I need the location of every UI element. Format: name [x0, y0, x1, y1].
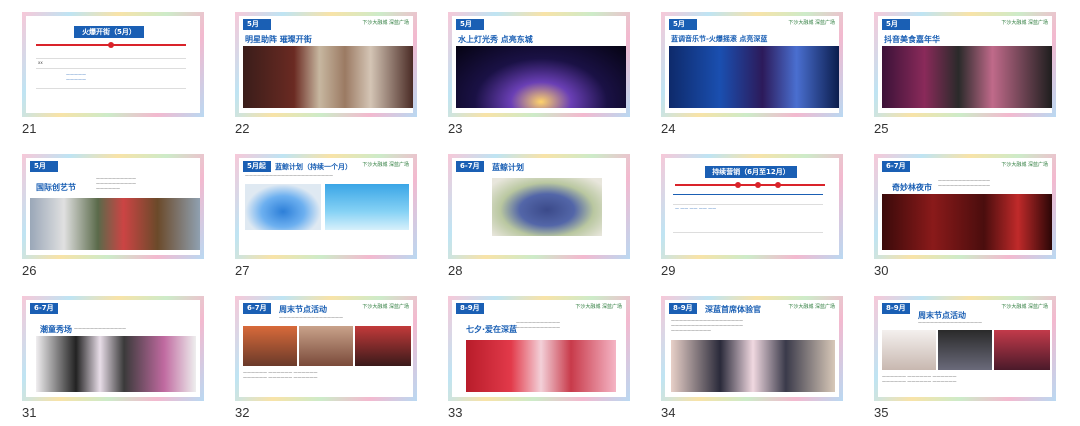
slide-number: 27: [235, 263, 250, 278]
slide-thumbnail-31[interactable]: 6-7月 潮童秀场 ————————————— 31: [0, 284, 216, 426]
logo: 下沙大融城 深蓝广场: [788, 304, 835, 310]
month-tag: 6-7月: [243, 303, 271, 314]
slide-number: 31: [22, 405, 37, 420]
slide-number: 29: [661, 263, 676, 278]
slide-thumbnail-29[interactable]: 持续营销（6月至12月） — —— —— —— —— 29: [639, 142, 855, 284]
slide-number: 32: [235, 405, 250, 420]
slide-title: 蓝鲸计划（持续一个月）: [275, 163, 352, 171]
slide-thumbnail-28[interactable]: 6-7月 蓝鲸计划 28: [426, 142, 642, 284]
whale-installation-photo: [492, 178, 602, 236]
slide-thumbnail-30[interactable]: 6-7月 下沙大融城 深蓝广场 奇妙林夜市 ————————————— —————…: [852, 142, 1068, 284]
activity-photo-2: [299, 326, 353, 366]
slide-number: 30: [874, 263, 889, 278]
pool-photo: [325, 184, 409, 230]
valentine-photo: [466, 340, 616, 392]
month-tag: 5月: [30, 161, 58, 172]
slide-title: 奇妙林夜市: [892, 183, 932, 192]
month-tag: 5月: [243, 19, 271, 30]
slide-number: 33: [448, 405, 463, 420]
slide-thumbnail-27[interactable]: 5月起 下沙大融城 深蓝广场 蓝鲸计划（持续一个月） —————————————…: [213, 142, 429, 284]
slide-number: 26: [22, 263, 37, 278]
slide-thumbnail-23[interactable]: 5月 水上灯光秀 点亮东城 23: [426, 0, 642, 142]
month-tag: 8-9月: [882, 303, 910, 314]
slide-number: 24: [661, 121, 676, 136]
logo: 下沙大融城 深蓝广场: [1001, 304, 1048, 310]
slide-title: 明星助阵 璀璨开街: [245, 35, 312, 44]
slide-title: 周末节点活动: [279, 305, 327, 314]
logo: 下沙大融城 深蓝广场: [362, 20, 409, 26]
slide-thumbnail-24[interactable]: 5月 下沙大融城 深蓝广场 蓝调音乐节-火爆摇滚 点亮深蓝 24: [639, 0, 855, 142]
slide-thumbnail-33[interactable]: 8-9月 下沙大融城 深蓝广场 七夕·爱在深蓝 ——————————— —————…: [426, 284, 642, 426]
month-tag: 5月: [669, 19, 697, 30]
concert-photo: [669, 46, 839, 108]
weekend-photo-2: [938, 330, 992, 370]
slide-title: 潮童秀场: [40, 325, 72, 334]
logo: 下沙大融城 深蓝广场: [362, 162, 409, 168]
logo: 下沙大融城 深蓝广场: [1001, 20, 1048, 26]
slide-title: 国际创艺节: [36, 183, 76, 192]
slide-number: 28: [448, 263, 463, 278]
slide-thumbnail-22[interactable]: 5月 下沙大融城 深蓝广场 明星助阵 璀璨开街 22: [213, 0, 429, 142]
slide-number: 35: [874, 405, 889, 420]
slide-thumbnail-34[interactable]: 8-9月 下沙大融城 深蓝广场 深蓝首席体验官 ————————————————…: [639, 284, 855, 426]
slide-thumbnail-21[interactable]: 火爆开街（5月） xx ————— ————— 21: [0, 0, 216, 142]
slide-number: 25: [874, 121, 889, 136]
slide-number: 22: [235, 121, 250, 136]
activity-photo-1: [243, 326, 297, 366]
slide-sorter-grid: 火爆开街（5月） xx ————— ————— 21 5月 下沙大融城 深蓝广场 …: [0, 0, 1080, 425]
event-photo: [243, 46, 413, 108]
month-tag: 8-9月: [669, 303, 697, 314]
logo: 下沙大融城 深蓝广场: [362, 304, 409, 310]
slide-thumbnail-25[interactable]: 5月 下沙大融城 深蓝广场 抖音美食嘉年华 25: [852, 0, 1068, 142]
slide-title: 水上灯光秀 点亮东城: [458, 35, 533, 44]
slide-title: 持续营销（6月至12月）: [705, 166, 797, 178]
logo: 下沙大融城 深蓝广场: [788, 20, 835, 26]
slide-title: 蓝调音乐节-火爆摇滚 点亮深蓝: [671, 35, 768, 43]
activity-photo-3: [355, 326, 411, 366]
logo: 下沙大融城 深蓝广场: [575, 304, 622, 310]
experience-photo: [671, 340, 835, 392]
whale-photo: [245, 184, 321, 230]
slide-title: 七夕·爱在深蓝: [466, 325, 518, 334]
slide-title: 深蓝首席体验官: [705, 305, 761, 314]
night-market-photo: [882, 194, 1052, 250]
slide-number: 34: [661, 405, 676, 420]
art-festival-photo: [30, 198, 200, 250]
month-tag: 5月: [456, 19, 484, 30]
month-tag: 6-7月: [882, 161, 910, 172]
slide-thumbnail-35[interactable]: 8-9月 下沙大融城 深蓝广场 周末节点活动 ———————————————— …: [852, 284, 1068, 426]
slide-title: 火爆开街（5月）: [74, 26, 144, 38]
weekend-photo-3: [994, 330, 1050, 370]
month-tag: 5月起: [243, 161, 271, 172]
fashion-show-photo: [36, 336, 196, 392]
weekend-photo-1: [882, 330, 936, 370]
slide-thumbnail-32[interactable]: 6-7月 下沙大融城 深蓝广场 周末节点活动 ———————————————— …: [213, 284, 429, 426]
slide-title: 蓝鲸计划: [492, 163, 524, 172]
slide-thumbnail-26[interactable]: 5月 国际创艺节 —————————— —————————— —————— 26: [0, 142, 216, 284]
month-tag: 6-7月: [456, 161, 484, 172]
slide-number: 21: [22, 121, 37, 136]
month-tag: 8-9月: [456, 303, 484, 314]
slide-title: 抖音美食嘉年华: [884, 35, 940, 44]
slide-number: 23: [448, 121, 463, 136]
month-tag: 6-7月: [30, 303, 58, 314]
logo: 下沙大融城 深蓝广场: [1001, 162, 1048, 168]
month-tag: 5月: [882, 19, 910, 30]
light-show-photo: [456, 46, 626, 108]
food-festival-photo: [882, 46, 1052, 108]
